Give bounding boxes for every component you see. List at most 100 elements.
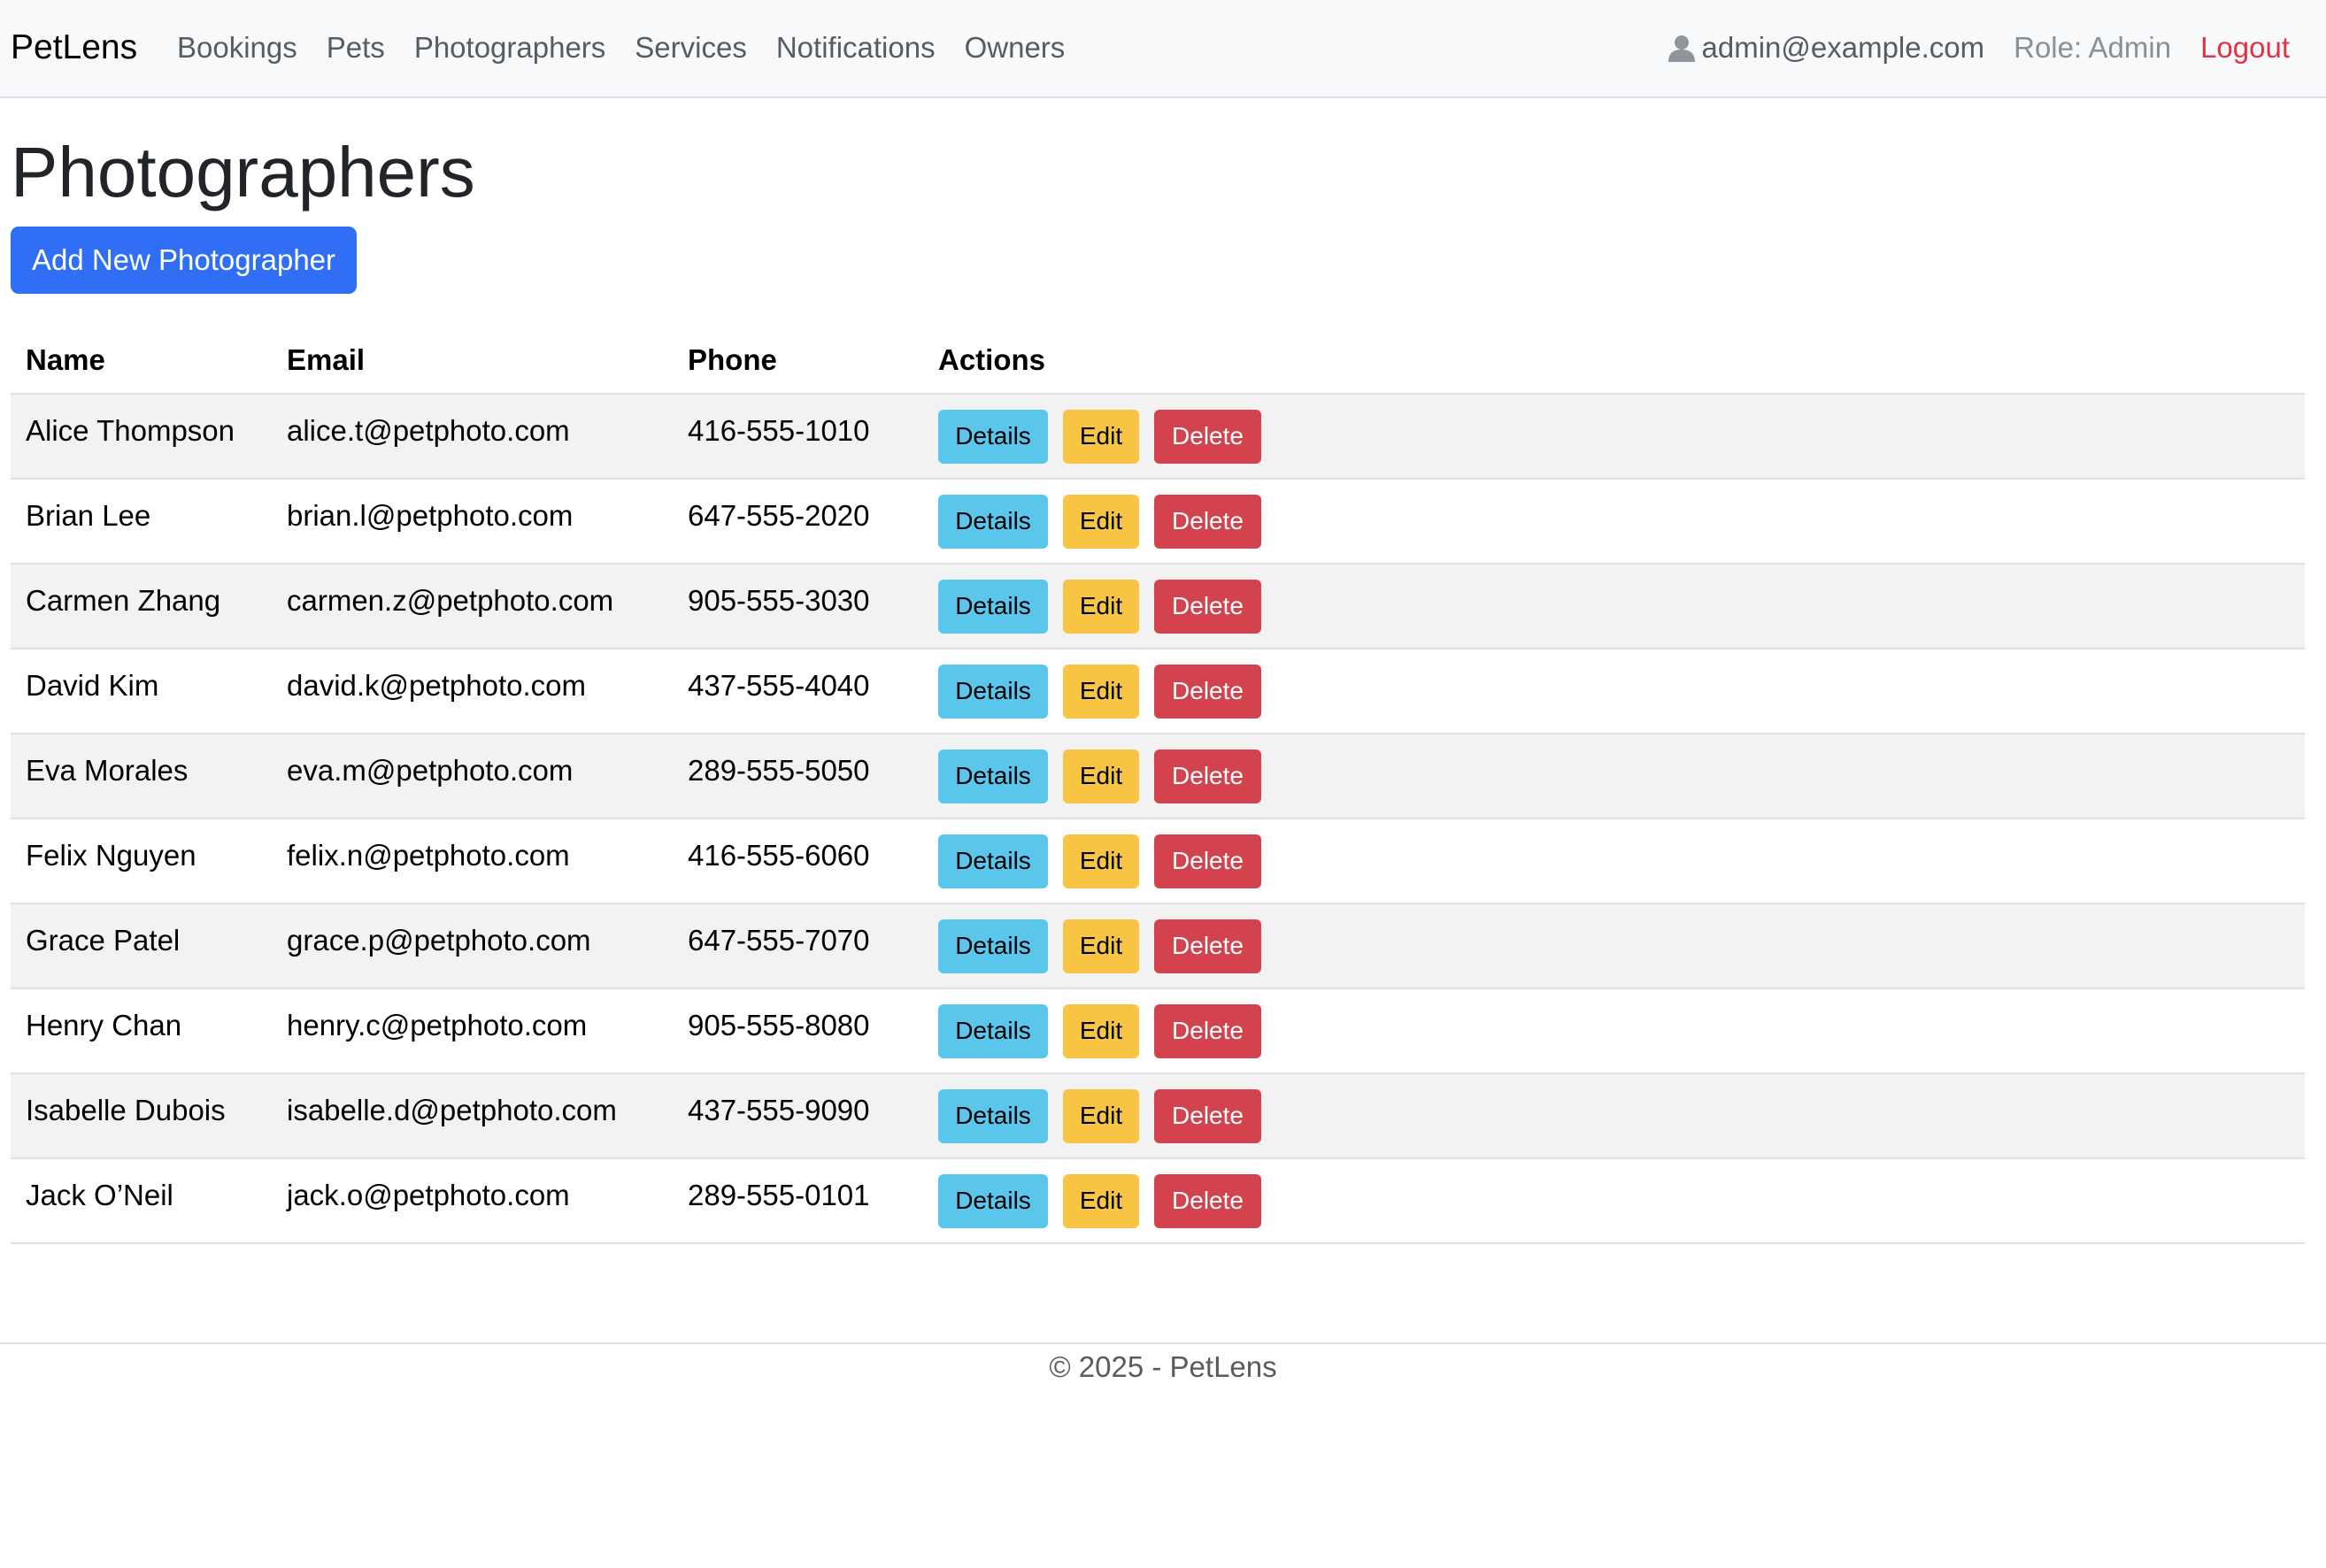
footer-copyright: © 2025 - PetLens: [1049, 1350, 1277, 1383]
nav-link-services[interactable]: Services: [635, 27, 747, 69]
actions-cell: Details Edit Delete: [923, 564, 2305, 649]
table-row: Isabelle Dubois isabelle.d@petphoto.com …: [11, 1073, 2305, 1159]
delete-button[interactable]: Delete: [1154, 749, 1261, 803]
name-cell: David Kim: [11, 649, 272, 734]
phone-cell: 647-555-2020: [673, 479, 923, 565]
phone-cell: 905-555-8080: [673, 988, 923, 1074]
edit-button[interactable]: Edit: [1063, 664, 1139, 719]
photographer-phone: 437-555-4040: [688, 669, 870, 702]
nav-link-photographers[interactable]: Photographers: [414, 27, 605, 69]
details-button[interactable]: Details: [938, 834, 1048, 888]
photographer-name: Brian Lee: [26, 499, 151, 532]
nav-link-owners[interactable]: Owners: [965, 27, 1066, 69]
table-row: Carmen Zhang carmen.z@petphoto.com 905-5…: [11, 564, 2305, 649]
actions-cell: Details Edit Delete: [923, 734, 2305, 819]
photographer-phone: 289-555-5050: [688, 754, 870, 787]
photographer-phone: 437-555-9090: [688, 1094, 870, 1126]
nav-link-pets[interactable]: Pets: [327, 27, 385, 69]
name-cell: Brian Lee: [11, 479, 272, 565]
table-row: Felix Nguyen felix.n@petphoto.com 416-55…: [11, 819, 2305, 904]
photographer-phone: 647-555-2020: [688, 499, 870, 532]
actions-cell: Details Edit Delete: [923, 988, 2305, 1074]
photographer-email: alice.t@petphoto.com: [287, 414, 570, 447]
delete-button[interactable]: Delete: [1154, 1088, 1261, 1143]
photographer-name: Felix Nguyen: [26, 839, 196, 872]
delete-button[interactable]: Delete: [1154, 1003, 1261, 1058]
user-role: Role: Admin: [2014, 31, 2172, 64]
email-cell: alice.t@petphoto.com: [272, 394, 673, 480]
column-header-name: Name: [11, 327, 272, 395]
edit-button[interactable]: Edit: [1063, 749, 1139, 803]
photographer-email: isabelle.d@petphoto.com: [287, 1094, 617, 1126]
photographer-email: eva.m@petphoto.com: [287, 754, 574, 787]
email-cell: isabelle.d@petphoto.com: [272, 1073, 673, 1159]
top-navbar: PetLens Bookings Pets Photographers Serv…: [0, 0, 2326, 98]
table-header-row: Name Email Phone Actions: [11, 327, 2305, 395]
name-cell: Grace Patel: [11, 903, 272, 989]
delete-button[interactable]: Delete: [1154, 664, 1261, 719]
column-header-phone: Phone: [673, 327, 923, 395]
photographer-name: Henry Chan: [26, 1009, 182, 1041]
details-button[interactable]: Details: [938, 664, 1048, 719]
details-button[interactable]: Details: [938, 1003, 1048, 1058]
photographer-email: brian.l@petphoto.com: [287, 499, 574, 532]
edit-button[interactable]: Edit: [1063, 919, 1139, 973]
photographers-table: Name Email Phone Actions Alice Thompson …: [11, 327, 2305, 1244]
user-email: admin@example.com: [1701, 31, 1985, 64]
user-info: admin@example.com: [1667, 31, 1985, 65]
edit-button[interactable]: Edit: [1063, 1088, 1139, 1143]
details-button[interactable]: Details: [938, 1173, 1048, 1228]
delete-button[interactable]: Delete: [1154, 834, 1261, 888]
details-button[interactable]: Details: [938, 494, 1048, 549]
photographer-phone: 289-555-0101: [688, 1179, 870, 1211]
email-cell: brian.l@petphoto.com: [272, 479, 673, 565]
photographer-name: Grace Patel: [26, 924, 181, 957]
phone-cell: 905-555-3030: [673, 564, 923, 649]
table-row: Jack O’Neil jack.o@petphoto.com 289-555-…: [11, 1158, 2305, 1244]
nav-links: Bookings Pets Photographers Services Not…: [177, 27, 1094, 69]
actions-cell: Details Edit Delete: [923, 819, 2305, 904]
delete-button[interactable]: Delete: [1154, 579, 1261, 634]
phone-cell: 437-555-4040: [673, 649, 923, 734]
email-cell: jack.o@petphoto.com: [272, 1158, 673, 1244]
delete-button[interactable]: Delete: [1154, 1173, 1261, 1228]
name-cell: Carmen Zhang: [11, 564, 272, 649]
photographer-email: grace.p@petphoto.com: [287, 924, 591, 957]
page-footer: © 2025 - PetLens: [0, 1342, 2326, 1397]
photographer-email: david.k@petphoto.com: [287, 669, 587, 702]
brand-logo[interactable]: PetLens: [11, 27, 137, 69]
nav-user-area: admin@example.com Role: Admin Logout: [1667, 27, 2290, 69]
delete-button[interactable]: Delete: [1154, 494, 1261, 549]
table-row: David Kim david.k@petphoto.com 437-555-4…: [11, 649, 2305, 734]
details-button[interactable]: Details: [938, 1088, 1048, 1143]
edit-button[interactable]: Edit: [1063, 1003, 1139, 1058]
phone-cell: 416-555-1010: [673, 394, 923, 480]
details-button[interactable]: Details: [938, 409, 1048, 464]
edit-button[interactable]: Edit: [1063, 409, 1139, 464]
actions-cell: Details Edit Delete: [923, 479, 2305, 565]
column-header-email: Email: [272, 327, 673, 395]
add-photographer-button[interactable]: Add New Photographer: [11, 227, 357, 294]
actions-cell: Details Edit Delete: [923, 1158, 2305, 1244]
user-icon: [1667, 35, 1695, 62]
edit-button[interactable]: Edit: [1063, 1173, 1139, 1228]
photographer-email: henry.c@petphoto.com: [287, 1009, 588, 1041]
name-cell: Isabelle Dubois: [11, 1073, 272, 1159]
details-button[interactable]: Details: [938, 749, 1048, 803]
edit-button[interactable]: Edit: [1063, 494, 1139, 549]
logout-link[interactable]: Logout: [2200, 31, 2290, 65]
details-button[interactable]: Details: [938, 579, 1048, 634]
edit-button[interactable]: Edit: [1063, 834, 1139, 888]
nav-link-bookings[interactable]: Bookings: [177, 27, 297, 69]
nav-link-notifications[interactable]: Notifications: [776, 27, 936, 69]
photographer-email: felix.n@petphoto.com: [287, 839, 570, 872]
email-cell: carmen.z@petphoto.com: [272, 564, 673, 649]
delete-button[interactable]: Delete: [1154, 919, 1261, 973]
details-button[interactable]: Details: [938, 919, 1048, 973]
photographer-email: carmen.z@petphoto.com: [287, 584, 614, 617]
delete-button[interactable]: Delete: [1154, 409, 1261, 464]
email-cell: felix.n@petphoto.com: [272, 819, 673, 904]
column-header-actions: Actions: [923, 327, 2305, 395]
edit-button[interactable]: Edit: [1063, 579, 1139, 634]
actions-cell: Details Edit Delete: [923, 394, 2305, 480]
